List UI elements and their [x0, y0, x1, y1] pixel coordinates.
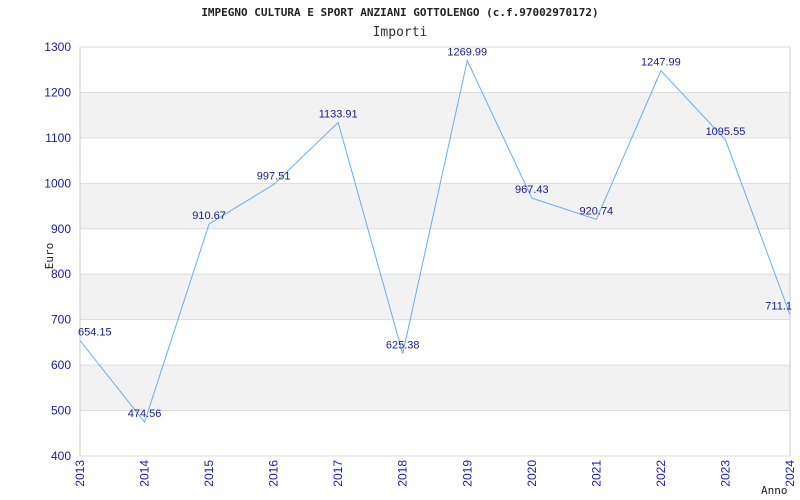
y-axis-label: Euro [43, 243, 56, 270]
x-tick-label: 2018 [396, 460, 410, 487]
data-label: 654.15 [78, 327, 112, 339]
grid-band [80, 365, 790, 411]
x-tick-label: 2022 [654, 460, 668, 487]
x-tick-label: 2019 [460, 460, 474, 487]
data-label: 910.67 [192, 210, 226, 222]
data-label: 711.1 [765, 301, 792, 313]
data-label: 997.51 [257, 170, 291, 182]
y-tick-label: 400 [51, 449, 71, 463]
x-tick-label: 2021 [589, 460, 603, 487]
x-tick-label: 2016 [267, 460, 281, 487]
grid-band [80, 274, 790, 320]
grid-bands [80, 92, 790, 411]
line-chart: 4005006007008009001000110012001300 2013 2… [43, 40, 797, 497]
x-tick-label: 2023 [718, 460, 732, 487]
y-tick-label: 1300 [44, 40, 71, 54]
y-tick-label: 1000 [44, 176, 71, 190]
x-tick-label: 2017 [331, 460, 345, 487]
x-tick-label: 2015 [202, 460, 216, 487]
y-tick-label: 500 [51, 404, 71, 418]
data-label: 1247.99 [641, 57, 681, 69]
x-tick-label: 2014 [138, 460, 152, 487]
grid-band [80, 92, 790, 138]
data-label: 967.43 [515, 184, 549, 196]
x-axis-label: Anno [761, 484, 788, 497]
y-tick-label: 700 [51, 313, 71, 327]
data-label: 1269.99 [447, 47, 487, 59]
y-tick-label: 1200 [44, 85, 71, 99]
data-label: 1133.91 [319, 108, 358, 120]
data-label: 625.38 [386, 340, 420, 352]
x-tick-label: 2020 [525, 460, 539, 487]
y-tick-label: 900 [51, 222, 71, 236]
data-label: 474.56 [128, 408, 162, 420]
x-axis-ticks: 2013 2014 2015 2016 2017 2018 2019 2020 2021 2022… [73, 460, 797, 487]
x-tick-label: 2024 [783, 460, 797, 487]
data-label: 1095.55 [706, 126, 746, 138]
x-tick-label: 2013 [73, 460, 87, 487]
data-label: 920.74 [580, 205, 614, 217]
y-tick-label: 1100 [45, 131, 71, 145]
y-tick-label: 600 [51, 358, 71, 372]
